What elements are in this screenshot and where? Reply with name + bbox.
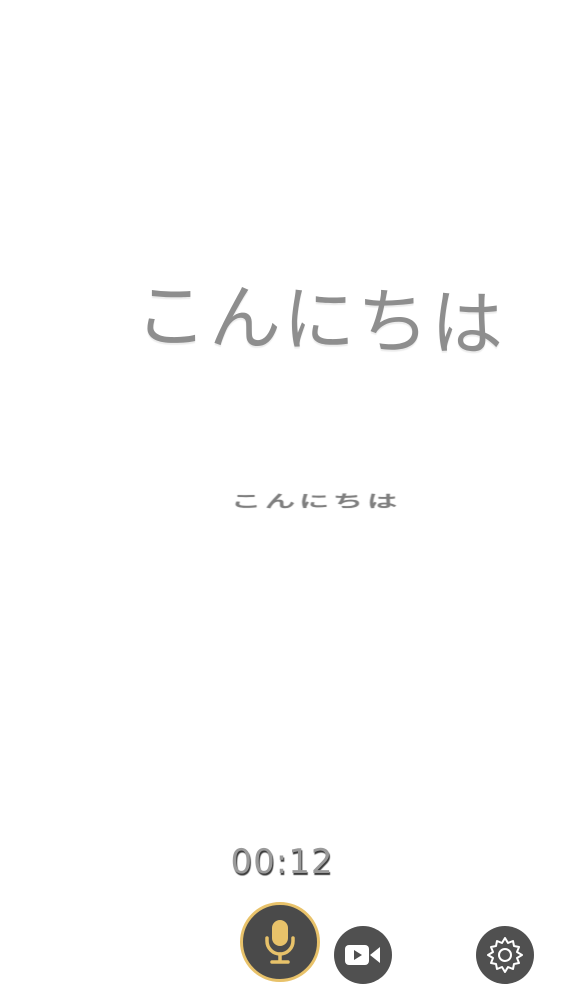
microphone-button[interactable]	[240, 902, 320, 982]
video-camera-icon	[344, 942, 382, 968]
sub-text: こんにちは	[231, 492, 401, 512]
main-handwritten-text: こんにちは	[134, 272, 505, 367]
video-button[interactable]	[334, 926, 392, 984]
recording-timer: 00:12	[230, 842, 334, 882]
microphone-icon	[263, 918, 297, 966]
gear-icon	[484, 934, 526, 976]
settings-button[interactable]	[476, 926, 534, 984]
